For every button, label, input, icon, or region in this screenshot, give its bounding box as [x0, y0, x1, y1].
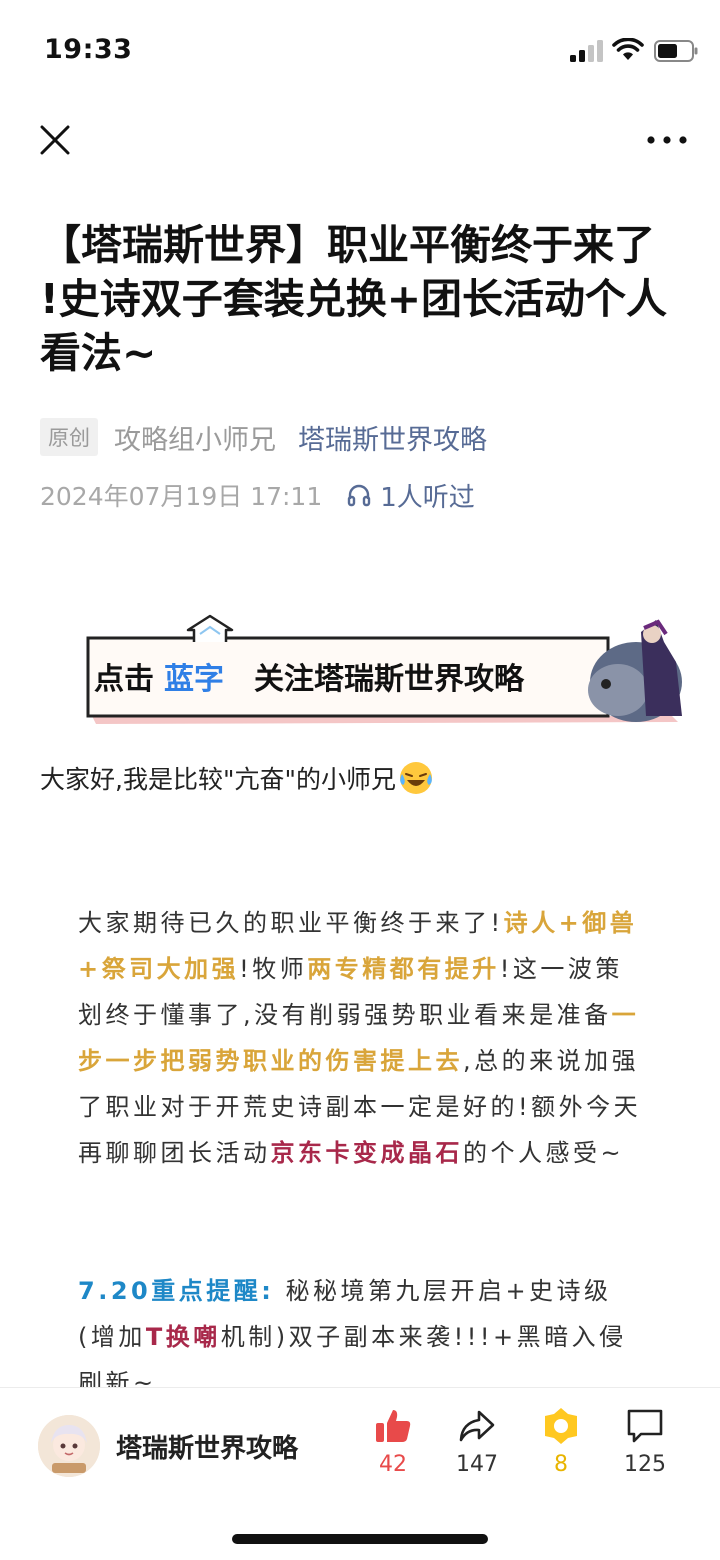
listen-button[interactable]: 1人听过 — [346, 477, 475, 514]
para1-seg: 的个人感受~ — [463, 1139, 625, 1167]
banner-click-text: 点击 — [94, 662, 154, 697]
banner-character-image — [588, 619, 682, 722]
para2-highlight: T换嘲 — [145, 1323, 221, 1351]
wow-count: 8 — [554, 1452, 568, 1477]
article-title: 【塔瑞斯世界】职业平衡终于来了 !史诗双子套装兑换+团长活动个人看法~ — [40, 221, 668, 377]
para1-seg: 大家期待已久的职业平衡终于来了! — [78, 909, 504, 937]
arrow-up-icon — [186, 614, 234, 642]
greeting-line: 大家好,我是比较"亢奋"的小师兄 — [40, 760, 434, 796]
article-meta-date: 2024年07月19日 17:11 1人听过 — [40, 475, 475, 515]
cellular-signal-icon — [570, 40, 603, 62]
account-avatar[interactable] — [38, 1415, 100, 1477]
close-icon[interactable] — [36, 121, 74, 159]
comment-icon — [627, 1409, 663, 1443]
comment-button[interactable]: 125 — [610, 1406, 680, 1488]
para1-highlight: 两专精都有提升 — [307, 955, 500, 983]
wifi-icon — [612, 38, 644, 60]
comment-count: 125 — [624, 1452, 666, 1477]
para2-highlight: 7.20重点提醒: — [78, 1277, 275, 1305]
laughing-crying-emoji-icon — [399, 762, 432, 794]
more-icon[interactable] — [644, 125, 690, 155]
like-button[interactable]: 42 — [358, 1406, 428, 1488]
like-count: 42 — [379, 1452, 407, 1477]
listen-count: 1人听过 — [380, 482, 475, 513]
share-icon — [459, 1410, 495, 1442]
article-meta: 原创 攻略组小师兄 塔瑞斯世界攻略 — [40, 415, 487, 459]
top-nav — [0, 105, 720, 175]
author-name: 攻略组小师兄 — [114, 424, 276, 456]
banner-blue-text: 蓝字 — [164, 662, 224, 697]
publish-date: 2024年07月19日 17:11 — [40, 482, 323, 511]
share-count: 147 — [456, 1452, 498, 1477]
battery-icon — [654, 40, 698, 62]
account-link[interactable]: 塔瑞斯世界攻略 — [298, 418, 487, 457]
para1-highlight: 京东卡变成晶石 — [270, 1139, 463, 1167]
bottom-account-name[interactable]: 塔瑞斯世界攻略 — [116, 1428, 298, 1465]
paragraph-balance: 大家期待已久的职业平衡终于来了!诗人+御兽+祭司大加强!牧师两专精都有提升!这一… — [78, 900, 642, 1176]
original-badge: 原创 — [40, 418, 98, 456]
greeting-text: 大家好,我是比较"亢奋"的小师兄 — [40, 765, 396, 794]
share-button[interactable]: 147 — [442, 1406, 512, 1488]
wow-button[interactable]: 8 — [526, 1406, 596, 1488]
banner-follow-text: 关注塔瑞斯世界攻略 — [254, 662, 525, 697]
follow-banner[interactable]: 点击 蓝字 关注塔瑞斯世界攻略 — [86, 612, 686, 728]
wow-icon — [545, 1408, 577, 1444]
status-time: 19:33 — [44, 34, 133, 65]
headphones-icon — [348, 484, 371, 507]
home-indicator[interactable] — [232, 1534, 488, 1544]
para1-seg: !牧师 — [239, 955, 308, 983]
status-bar: 19:33 — [0, 0, 720, 100]
thumbs-up-icon — [376, 1410, 411, 1442]
paragraph-reminder: 7.20重点提醒: 秘秘境第九层开启+史诗级(增加T换嘲机制)双子副本来袭!!!… — [78, 1268, 642, 1406]
